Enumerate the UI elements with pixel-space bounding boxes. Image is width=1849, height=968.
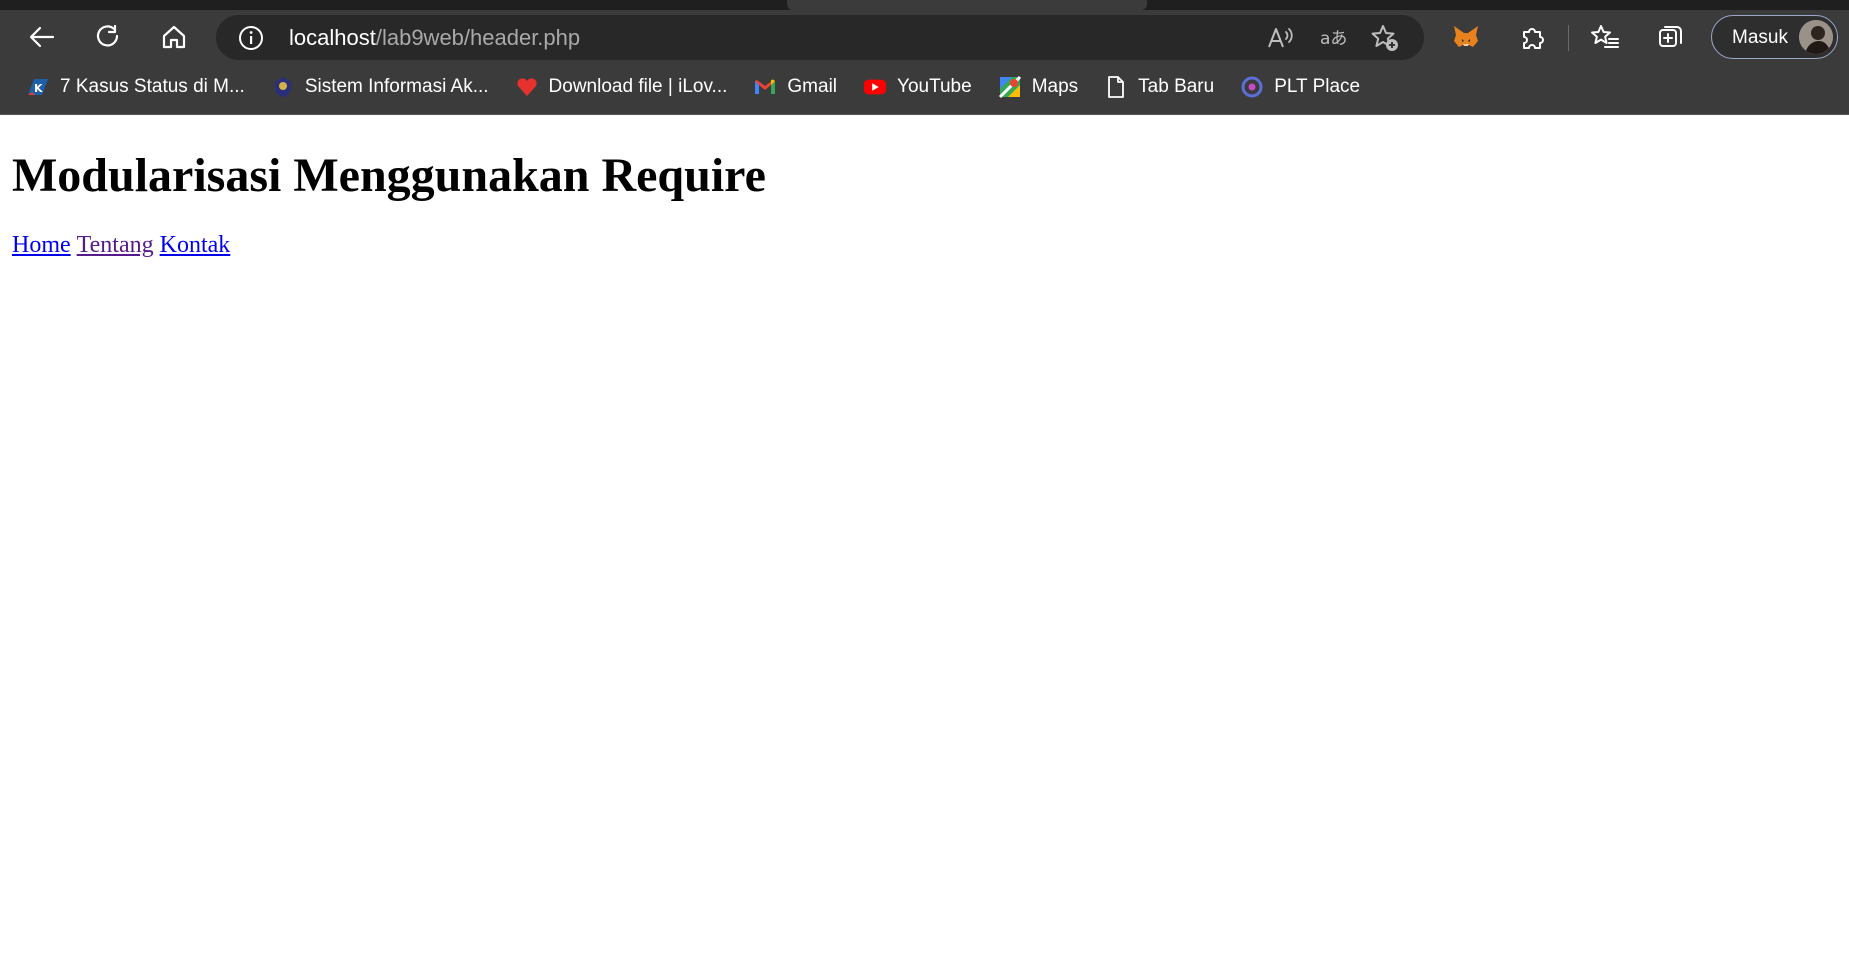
page-nav: Home Tentang Kontak — [12, 231, 236, 259]
nav-link-kontak[interactable]: Kontak — [160, 232, 231, 258]
bookmarks-bar: K 7 Kasus Status di M... Sistem Informas… — [0, 68, 1849, 106]
nav-link-tentang[interactable]: Tentang — [77, 232, 154, 258]
refresh-button[interactable] — [88, 17, 128, 57]
maps-icon — [998, 75, 1022, 99]
bookmark-label: Tab Baru — [1138, 76, 1215, 97]
svg-text:aあ: aあ — [1320, 29, 1347, 49]
heart-icon — [515, 75, 539, 99]
bookmark-label: Gmail — [787, 76, 838, 97]
refresh-icon — [96, 24, 119, 47]
url-path: /lab9web/header.php — [375, 25, 581, 50]
add-favorite-button[interactable] — [1370, 23, 1400, 53]
active-tab[interactable] — [787, 0, 1147, 10]
university-seal-icon — [271, 75, 295, 99]
nav-link-home[interactable]: Home — [12, 232, 71, 258]
profile-signin-button[interactable]: Masuk — [1711, 15, 1838, 59]
translate-icon: aあ — [1320, 29, 1347, 49]
favorites-list-icon — [1591, 25, 1619, 48]
bookmark-label: YouTube — [897, 76, 972, 97]
bookmark-kasus-status[interactable]: K 7 Kasus Status di M... — [20, 70, 251, 104]
browser-chrome: localhost/lab9web/header.php aあ Masuk K … — [0, 0, 1849, 115]
page-content: Modularisasi Menggunakan Require Home Ten… — [0, 115, 1849, 968]
profile-label: Masuk — [1732, 27, 1788, 48]
translate-button[interactable]: aあ — [1319, 23, 1349, 53]
read-aloud-button[interactable] — [1266, 23, 1296, 53]
home-icon — [162, 25, 186, 49]
gmail-icon — [753, 75, 777, 99]
back-arrow-icon — [29, 26, 55, 48]
bookmark-plt-place[interactable]: PLT Place — [1234, 70, 1366, 104]
add-favorite-icon — [1371, 25, 1398, 51]
page-icon — [1104, 75, 1128, 99]
toolbar-separator — [1568, 25, 1569, 51]
extensions-button[interactable] — [1512, 17, 1552, 57]
home-button[interactable] — [154, 17, 194, 57]
bookmark-label: Sistem Informasi Ak... — [304, 76, 489, 97]
browser-toolbar: localhost/lab9web/header.php aあ Masuk — [0, 10, 1849, 65]
page-title: Modularisasi Menggunakan Require — [12, 149, 766, 202]
info-icon[interactable] — [238, 25, 264, 51]
plt-icon — [1240, 75, 1264, 99]
metamask-extension-button[interactable] — [1446, 17, 1486, 57]
fox-extension-icon — [1454, 26, 1478, 47]
bookmark-youtube[interactable]: YouTube — [857, 70, 978, 104]
bookmark-gmail[interactable]: Gmail — [747, 70, 843, 104]
back-button[interactable] — [22, 17, 62, 57]
bookmark-label: PLT Place — [1274, 76, 1361, 97]
puzzle-icon — [1523, 28, 1544, 49]
k-logo-icon: K — [26, 75, 50, 99]
bookmark-tab-baru[interactable]: Tab Baru — [1098, 70, 1220, 104]
address-bar[interactable]: localhost/lab9web/header.php aあ — [216, 15, 1424, 60]
bookmark-sistem-informasi[interactable]: Sistem Informasi Ak... — [265, 70, 495, 104]
bookmark-label: 7 Kasus Status di M... — [60, 76, 245, 97]
avatar — [1799, 20, 1833, 54]
favorites-button[interactable] — [1585, 17, 1625, 57]
svg-text:K: K — [34, 82, 43, 95]
collections-button[interactable] — [1651, 17, 1691, 57]
collections-icon — [1659, 26, 1682, 47]
bookmark-label: Download file | iLov... — [548, 76, 728, 97]
url-host: localhost — [289, 25, 376, 50]
tab-strip — [0, 0, 1849, 10]
read-aloud-icon — [1268, 28, 1293, 48]
bookmark-download-file[interactable]: Download file | iLov... — [509, 70, 734, 104]
bookmark-label: Maps — [1031, 76, 1079, 97]
youtube-icon — [863, 75, 887, 99]
url-text[interactable]: localhost/lab9web/header.php — [289, 25, 580, 51]
bookmark-maps[interactable]: Maps — [992, 70, 1084, 104]
